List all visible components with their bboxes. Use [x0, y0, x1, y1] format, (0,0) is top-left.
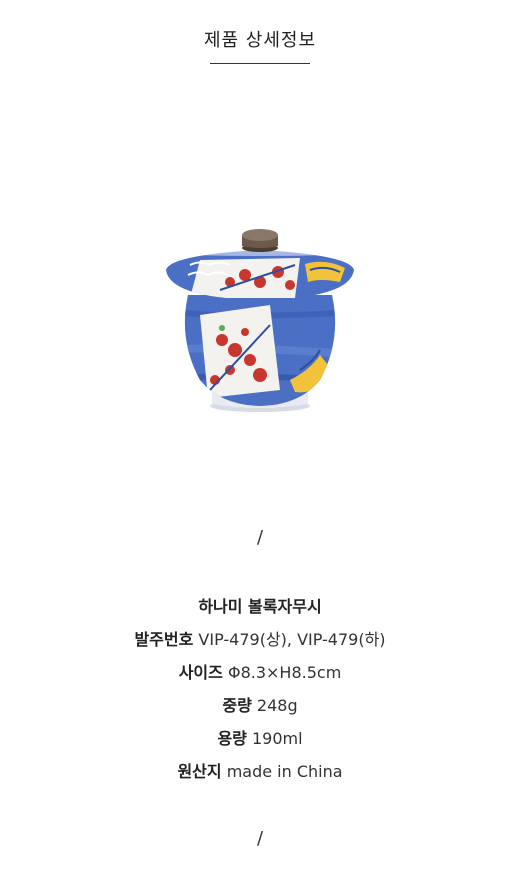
title-underline: [210, 63, 310, 64]
page-title: 제품 상세정보: [203, 30, 317, 51]
spec-row-capacity: 용량 190ml: [0, 722, 520, 755]
spec-label: 원산지: [177, 762, 222, 781]
spec-label: 용량: [217, 729, 247, 748]
product-image: [165, 229, 355, 412]
product-specs: 하나미 볼록자무시 발주번호 VIP-479(상), VIP-479(하) 사이…: [0, 590, 520, 788]
spec-label: 사이즈: [178, 663, 223, 682]
divider-slash-top: /: [256, 527, 264, 548]
spec-value: Φ8.3×H8.5cm: [227, 663, 342, 682]
spec-row-order-number: 발주번호 VIP-479(상), VIP-479(하): [0, 623, 520, 656]
spec-label: 발주번호: [134, 630, 194, 649]
spec-label: 중량: [222, 696, 252, 715]
spec-value: 248g: [256, 696, 298, 715]
divider-slash-bottom: /: [256, 828, 264, 849]
spec-value: VIP-479(상), VIP-479(하): [198, 630, 386, 649]
spec-value: 190ml: [251, 729, 303, 748]
spec-row-size: 사이즈 Φ8.3×H8.5cm: [0, 656, 520, 689]
product-name: 하나미 볼록자무시: [198, 597, 322, 616]
spec-row-weight: 중량 248g: [0, 689, 520, 722]
spec-value: made in China: [226, 762, 343, 781]
spec-row-origin: 원산지 made in China: [0, 755, 520, 788]
